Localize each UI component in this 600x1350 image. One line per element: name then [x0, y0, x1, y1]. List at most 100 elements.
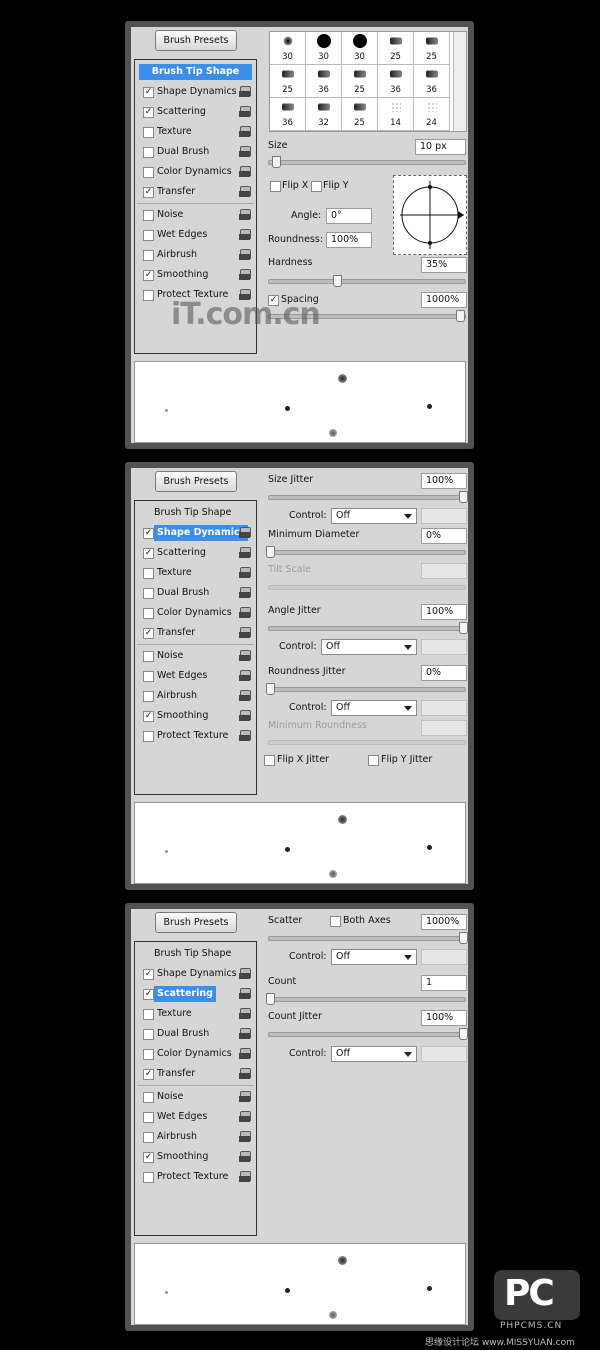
brush-presets-button[interactable]: Brush Presets [155, 912, 237, 933]
lock-icon[interactable] [239, 146, 251, 157]
lock-icon[interactable] [239, 1008, 251, 1019]
count-jitter-slider[interactable] [268, 1028, 468, 1040]
option-color-dynamics[interactable]: Color Dynamics [137, 162, 254, 182]
brush-preset-cell[interactable]: 25 [270, 65, 306, 98]
brush-preset-cell[interactable]: 32 [306, 98, 342, 131]
flip-y-checkbox[interactable] [311, 181, 322, 192]
roundness-jitter-field[interactable]: 0% [421, 665, 467, 681]
brush-preset-cell[interactable]: 30 [342, 32, 378, 65]
option-protect-texture[interactable]: Protect Texture [137, 726, 254, 746]
brush-preset-cell[interactable]: 25 [342, 98, 378, 131]
option-checkbox[interactable] [143, 1112, 154, 1123]
option-transfer[interactable]: ✓ Transfer [137, 1064, 254, 1084]
lock-icon[interactable] [239, 86, 251, 97]
size-field[interactable]: 10 px [415, 139, 466, 155]
option-checkbox[interactable]: ✓ [143, 969, 154, 980]
roundness-jitter-slider[interactable] [266, 683, 466, 695]
option-checkbox[interactable]: ✓ [143, 270, 154, 281]
lock-icon[interactable] [239, 968, 251, 979]
option-checkbox[interactable] [143, 588, 154, 599]
lock-icon[interactable] [239, 126, 251, 137]
option-checkbox[interactable] [143, 1132, 154, 1143]
option-checkbox[interactable]: ✓ [143, 989, 154, 1000]
roundness-control-select[interactable]: Off [331, 700, 417, 716]
lock-icon[interactable] [239, 587, 251, 598]
option-shape-dynamics[interactable]: ✓ Shape Dynamics [137, 82, 254, 102]
option-smoothing[interactable]: ✓ Smoothing [137, 1147, 254, 1167]
grid-scrollbar[interactable] [453, 32, 466, 131]
lock-icon[interactable] [239, 710, 251, 721]
min-diameter-field[interactable]: 0% [421, 528, 467, 544]
option-transfer[interactable]: ✓ Transfer [137, 182, 254, 202]
lock-icon[interactable] [239, 1091, 251, 1102]
size-slider-thumb[interactable] [271, 156, 281, 168]
brush-preset-cell[interactable]: 30 [270, 32, 306, 65]
lock-icon[interactable] [239, 269, 251, 280]
size-jitter-slider[interactable] [268, 491, 468, 503]
option-dual-brush[interactable]: Dual Brush [137, 1024, 254, 1044]
lock-icon[interactable] [239, 1028, 251, 1039]
option-smoothing[interactable]: ✓ Smoothing [137, 706, 254, 726]
scatter-field[interactable]: 1000% [421, 914, 467, 930]
brush-preset-cell[interactable]: 36 [270, 98, 306, 131]
lock-icon[interactable] [239, 1131, 251, 1142]
option-checkbox[interactable]: ✓ [143, 711, 154, 722]
lock-icon[interactable] [239, 690, 251, 701]
option-texture[interactable]: Texture [137, 122, 254, 142]
hardness-slider[interactable] [268, 275, 466, 287]
option-wet-edges[interactable]: Wet Edges [137, 666, 254, 686]
lock-icon[interactable] [239, 730, 251, 741]
option-airbrush[interactable]: Airbrush [137, 245, 254, 265]
count-slider[interactable] [266, 993, 466, 1005]
brush-presets-button[interactable]: Brush Presets [155, 471, 237, 492]
brush-preset-cell[interactable]: 36 [306, 65, 342, 98]
brush-preset-cell[interactable]: 36 [378, 65, 414, 98]
slider-thumb[interactable] [459, 491, 468, 503]
lock-icon[interactable] [239, 1068, 251, 1079]
brush-preset-cell[interactable]: 30 [306, 32, 342, 65]
lock-icon[interactable] [239, 670, 251, 681]
slider-thumb[interactable] [266, 546, 275, 558]
option-brush-tip-shape[interactable]: Brush Tip Shape [137, 944, 254, 964]
slider-thumb[interactable] [459, 932, 468, 944]
lock-icon[interactable] [239, 567, 251, 578]
count-jitter-field[interactable]: 100% [421, 1010, 467, 1026]
option-checkbox[interactable] [143, 290, 154, 301]
option-dual-brush[interactable]: Dual Brush [137, 142, 254, 162]
both-axes-checkbox[interactable] [330, 916, 341, 927]
size-jitter-field[interactable]: 100% [421, 473, 467, 489]
option-dual-brush[interactable]: Dual Brush [137, 583, 254, 603]
option-checkbox[interactable]: ✓ [143, 1152, 154, 1163]
option-noise[interactable]: Noise [137, 646, 254, 666]
option-noise[interactable]: Noise [137, 1087, 254, 1107]
lock-icon[interactable] [239, 1151, 251, 1162]
roundness-field[interactable]: 100% [326, 232, 372, 248]
brush-presets-button[interactable]: Brush Presets [155, 30, 237, 51]
lock-icon[interactable] [239, 186, 251, 197]
lock-icon[interactable] [239, 166, 251, 177]
option-airbrush[interactable]: Airbrush [137, 686, 254, 706]
option-scattering[interactable]: ✓ Scattering [137, 543, 254, 563]
lock-icon[interactable] [239, 1171, 251, 1182]
brush-preset-cell[interactable]: 36 [414, 65, 450, 98]
lock-icon[interactable] [239, 229, 251, 240]
lock-icon[interactable] [239, 527, 251, 538]
option-checkbox[interactable] [143, 250, 154, 261]
option-checkbox[interactable] [143, 1092, 154, 1103]
slider-thumb[interactable] [266, 683, 275, 695]
brush-preset-cell[interactable]: 25 [342, 65, 378, 98]
option-checkbox[interactable] [143, 230, 154, 241]
lock-icon[interactable] [239, 249, 251, 260]
brush-preset-cell[interactable]: 25 [378, 32, 414, 65]
option-checkbox[interactable] [143, 651, 154, 662]
option-shape-dynamics[interactable]: ✓ Shape Dynamics [137, 523, 254, 543]
lock-icon[interactable] [239, 1111, 251, 1122]
option-smoothing[interactable]: ✓ Smoothing [137, 265, 254, 285]
flip-x-jitter-checkbox[interactable] [264, 755, 275, 766]
option-checkbox[interactable] [143, 210, 154, 221]
option-scattering[interactable]: ✓ Scattering [137, 102, 254, 122]
option-transfer[interactable]: ✓ Transfer [137, 623, 254, 643]
option-checkbox[interactable]: ✓ [143, 187, 154, 198]
lock-icon[interactable] [239, 547, 251, 558]
option-texture[interactable]: Texture [137, 563, 254, 583]
